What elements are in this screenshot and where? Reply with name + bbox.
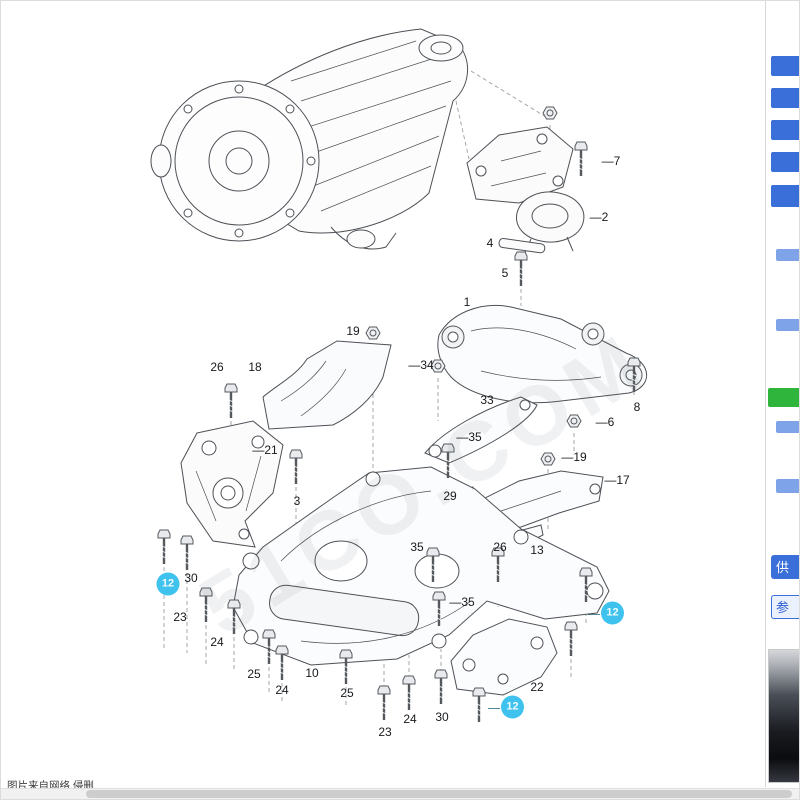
horizontal-scrollbar-thumb[interactable] [86,790,792,798]
heat-shield-drawing [262,340,392,430]
sidebar-text-fragment[interactable] [776,249,799,261]
sidebar-photo-thumbnail[interactable] [768,649,799,783]
sidebar-button-供[interactable]: 供 [771,555,799,579]
sidebar-strip: 供参 [765,1,799,787]
badge-leader-dash: — [588,606,600,620]
parts-catalog-page: 51CO.COM —7 —2 4 5 1 19 26 18 —34 33 8 —6 —35 —19 —21—… [0,0,800,800]
mount-bracket-drawing [466,126,585,254]
horizontal-scrollbar [1,788,799,799]
sidebar-text-fragment[interactable] [776,479,799,493]
highlight-badge-12[interactable]: 12 [156,572,180,596]
sidebar-link[interactable] [771,88,799,108]
sidebar-link[interactable] [771,120,799,140]
highlight-badge-12[interactable]: —12 [488,695,524,719]
sidebar-link[interactable] [771,152,799,172]
sidebar-link[interactable] [771,56,799,76]
highlight-badge-12[interactable]: —12 [588,601,624,625]
badge-leader-dash: — [488,700,500,714]
sidebar-button-参[interactable]: 参 [771,595,799,619]
highlight-badge-circle: 12 [501,695,524,719]
highlight-badge-circle: 12 [156,572,180,596]
transmission-drawing [150,28,469,250]
highlight-badge-circle: 12 [601,601,624,625]
lower-bracket-drawing [450,618,558,696]
sidebar-green-row[interactable] [768,388,799,407]
sidebar-text-fragment[interactable] [776,421,799,433]
sidebar-link[interactable] [771,185,799,207]
sidebar-text-fragment[interactable] [776,319,799,331]
